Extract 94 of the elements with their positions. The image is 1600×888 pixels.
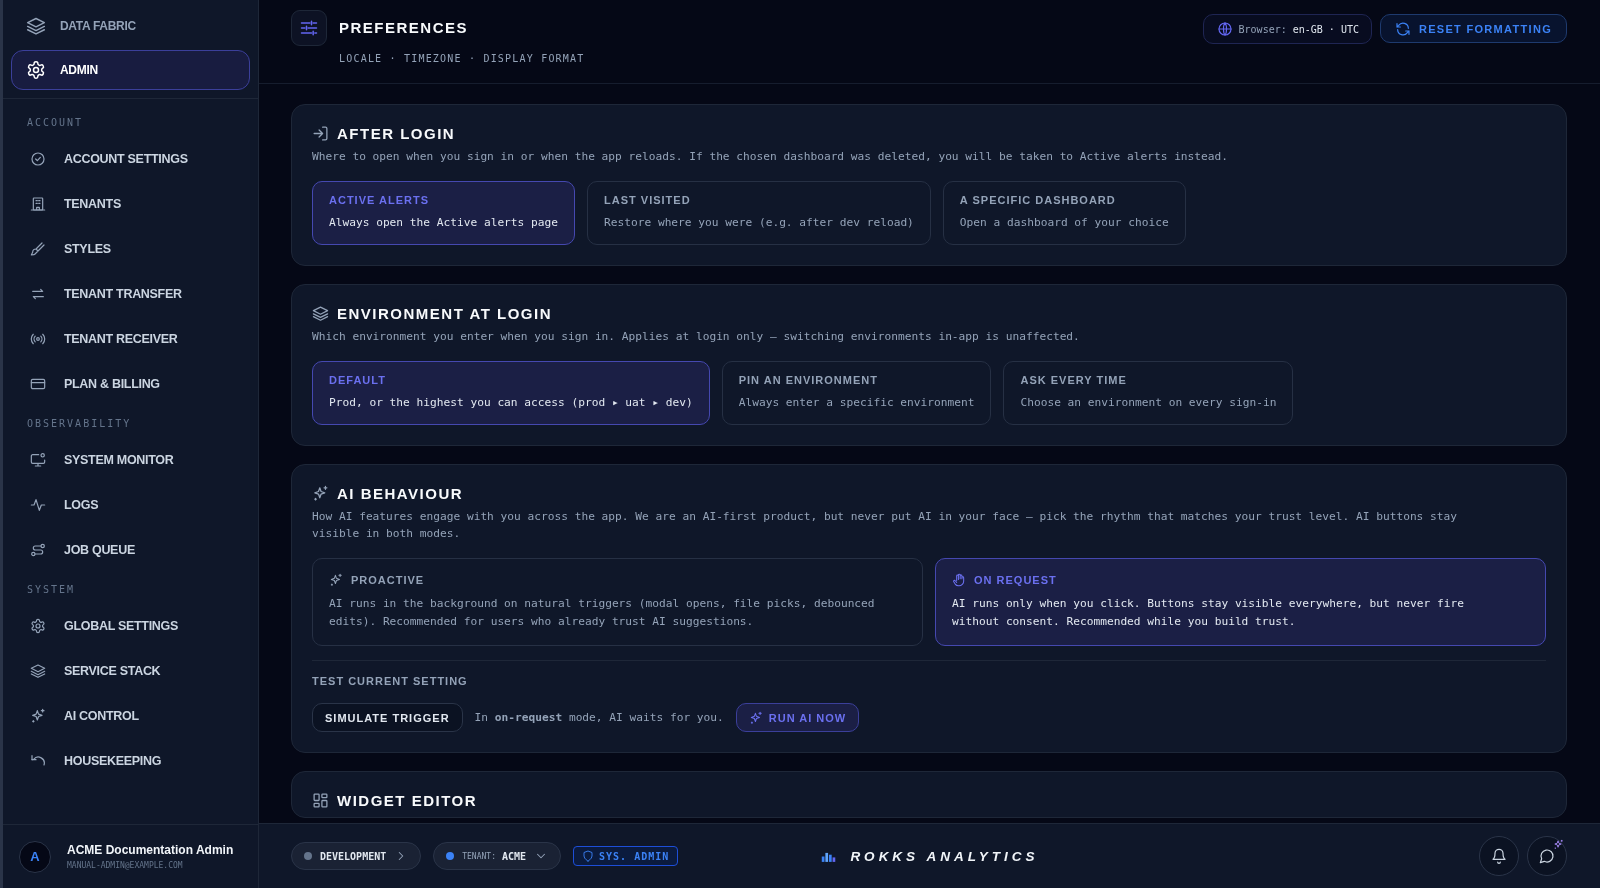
sidebar-item[interactable]: TENANT RECEIVER xyxy=(27,316,258,361)
section-title: AI BEHAVIOUR xyxy=(337,485,464,502)
option-card[interactable]: LAST VISITED Restore where you were (e.g. after dev reload) xyxy=(587,181,931,245)
refresh-icon xyxy=(1394,20,1411,37)
sidebar-item[interactable]: GLOBAL SETTINGS xyxy=(27,603,258,648)
sliders-icon xyxy=(291,10,327,46)
sparkles-icon xyxy=(748,710,763,725)
simulate-trigger-button[interactable]: SIMULATE TRIGGER xyxy=(312,703,463,732)
option-description: AI runs in the background on natural triggers (modal opens, file picks, debounced edits). Recommended for users who already trust AI suggestions. xyxy=(329,596,876,630)
avatar: A xyxy=(19,840,51,873)
sidebar-item[interactable]: SYSTEM MONITOR xyxy=(27,437,258,482)
sparkles-icon xyxy=(329,573,343,587)
option-description: AI runs only when you click. Buttons stay visible everywhere, but never fire without consent. Recommended while you build trust. xyxy=(952,596,1465,630)
bell-icon xyxy=(1491,848,1507,864)
sparkles-icon xyxy=(312,485,329,502)
layers-icon xyxy=(312,305,329,322)
option-card[interactable]: PIN AN ENVIRONMENT Always enter a specific environment xyxy=(721,361,992,425)
page-subtitle: LOCALE · TIMEZONE · DISPLAY FORMAT xyxy=(339,53,585,64)
option-description: Always enter a specific environment xyxy=(738,395,975,411)
option-title: A SPECIFIC DASHBOARD xyxy=(959,194,1116,206)
layers-icon xyxy=(26,16,46,36)
status-dot xyxy=(446,852,455,860)
chip-value: en-GB · UTC xyxy=(1292,23,1359,35)
tenant-selector[interactable]: TENANT: ACME xyxy=(433,842,562,870)
brand-name: ROKKS ANALYTICS xyxy=(850,848,1039,864)
section-title: ENVIRONMENT AT LOGIN xyxy=(337,305,552,322)
option-card[interactable]: A SPECIFIC DASHBOARD Open a dashboard of your choice xyxy=(942,181,1186,245)
environment-selector[interactable]: DEVELOPMENT xyxy=(291,842,422,870)
option-title: PROACTIVE xyxy=(351,574,425,586)
section-heading: SYSTEM xyxy=(27,584,77,595)
section-title: WIDGET EDITOR xyxy=(337,792,478,809)
hand-icon xyxy=(952,573,966,587)
sidebar-item[interactable]: PLAN & BILLING xyxy=(27,361,258,406)
role-badge: SYS. ADMIN xyxy=(573,846,679,866)
option-title: DEFAULT xyxy=(329,374,386,386)
notifications-button[interactable] xyxy=(1479,836,1519,876)
option-description: Restore where you were (e.g. after dev reload) xyxy=(604,215,914,231)
option-description: Always open the Active alerts page xyxy=(329,215,558,231)
sidebar-item[interactable]: AI CONTROL xyxy=(27,693,258,738)
chat-icon xyxy=(1539,848,1555,864)
option-card[interactable]: ASK EVERY TIME Choose an environment on every sign-in xyxy=(1003,361,1294,425)
section-heading: OBSERVABILITY xyxy=(27,418,133,429)
route-icon xyxy=(30,541,46,558)
option-description: Open a dashboard of your choice xyxy=(959,215,1169,231)
settings-icon xyxy=(26,60,46,80)
sidebar-item[interactable]: JOB QUEUE xyxy=(27,527,258,572)
sidebar-item[interactable]: LOGS xyxy=(27,482,258,527)
reset-formatting-button[interactable]: RESET FORMATTING xyxy=(1379,14,1567,43)
mode-note: In on-request mode, AI waits for you. xyxy=(474,711,724,724)
section-heading: ACCOUNT xyxy=(27,117,85,128)
sidebar-item[interactable]: HOUSEKEEPING xyxy=(27,738,258,783)
monitor-icon xyxy=(30,451,46,468)
sidebar-item[interactable]: STYLES xyxy=(27,226,258,271)
page-title: PREFERENCES xyxy=(339,19,470,36)
grid-icon xyxy=(312,792,329,809)
section-description: Where to open when you sign in or when the app reloads. If the chosen dashboard was deleted, you will be taken to Active alerts instead. xyxy=(312,149,1230,165)
status-dot xyxy=(304,852,312,860)
sidebar-item[interactable]: SERVICE STACK xyxy=(27,648,258,693)
option-title: PIN AN ENVIRONMENT xyxy=(738,374,878,386)
option-title: ASK EVERY TIME xyxy=(1020,374,1127,386)
sidebar-item[interactable]: ADMIN xyxy=(11,50,250,90)
test-label: TEST CURRENT SETTING xyxy=(312,675,469,687)
globe-icon xyxy=(1216,21,1233,37)
option-card[interactable]: PROACTIVE AI runs in the background on natural triggers (modal opens, file picks, debounced edits). Recommended for users who already trust AI suggestions. xyxy=(312,558,923,646)
option-description: Prod, or the highest you can access (prod ▸ uat ▸ dev) xyxy=(329,395,693,411)
section-description: Which environment you enter when you sign in. Applies at login only — switching environments in-app is unaffected. xyxy=(312,329,1081,345)
section-title: AFTER LOGIN xyxy=(337,125,456,142)
option-title: ON REQUEST xyxy=(974,574,1057,586)
check-circle-icon xyxy=(30,150,46,167)
option-card[interactable]: ACTIVE ALERTS Always open the Active alerts page xyxy=(312,181,575,245)
option-card[interactable]: DEFAULT Prod, or the highest you can access (prod ▸ uat ▸ dev) xyxy=(312,361,710,425)
sidebar-item[interactable]: TENANTS xyxy=(27,181,258,226)
login-icon xyxy=(312,125,329,142)
option-description: Choose an environment on every sign-in xyxy=(1020,395,1277,411)
settings-icon xyxy=(30,617,46,634)
chat-button[interactable] xyxy=(1527,836,1567,876)
user-name: ACME Documentation Admin xyxy=(67,843,234,857)
sparkles-icon xyxy=(30,707,46,724)
layers-icon xyxy=(30,662,46,679)
user-email: MANUAL-ADMIN@EXAMPLE.COM xyxy=(67,861,184,870)
section-description: How AI features engage with you across the app. We are an AI-first product, but never put AI in your face — pick the rhythm that matches your trust level. AI buttons stay visible in both modes. xyxy=(312,509,1459,542)
shield-icon xyxy=(582,850,595,862)
building-icon xyxy=(30,195,46,212)
option-title: ACTIVE ALERTS xyxy=(329,194,429,206)
run-ai-button[interactable]: RUN AI NOW xyxy=(735,703,860,732)
chip-label: Browser: xyxy=(1238,23,1287,35)
option-card[interactable]: ON REQUEST AI runs only when you click. Buttons stay visible everywhere, but never fire without consent. Recommended while you build trust. xyxy=(935,558,1546,646)
pulse-icon xyxy=(30,496,46,513)
sidebar-item[interactable]: TENANT TRANSFER xyxy=(27,271,258,316)
sidebar-item[interactable]: ACCOUNT SETTINGS xyxy=(27,136,258,181)
sparkles-icon xyxy=(1553,839,1564,850)
brush-icon xyxy=(30,240,46,257)
sidebar-item[interactable]: DATA FABRIC xyxy=(11,6,250,46)
option-title: LAST VISITED xyxy=(604,194,691,206)
